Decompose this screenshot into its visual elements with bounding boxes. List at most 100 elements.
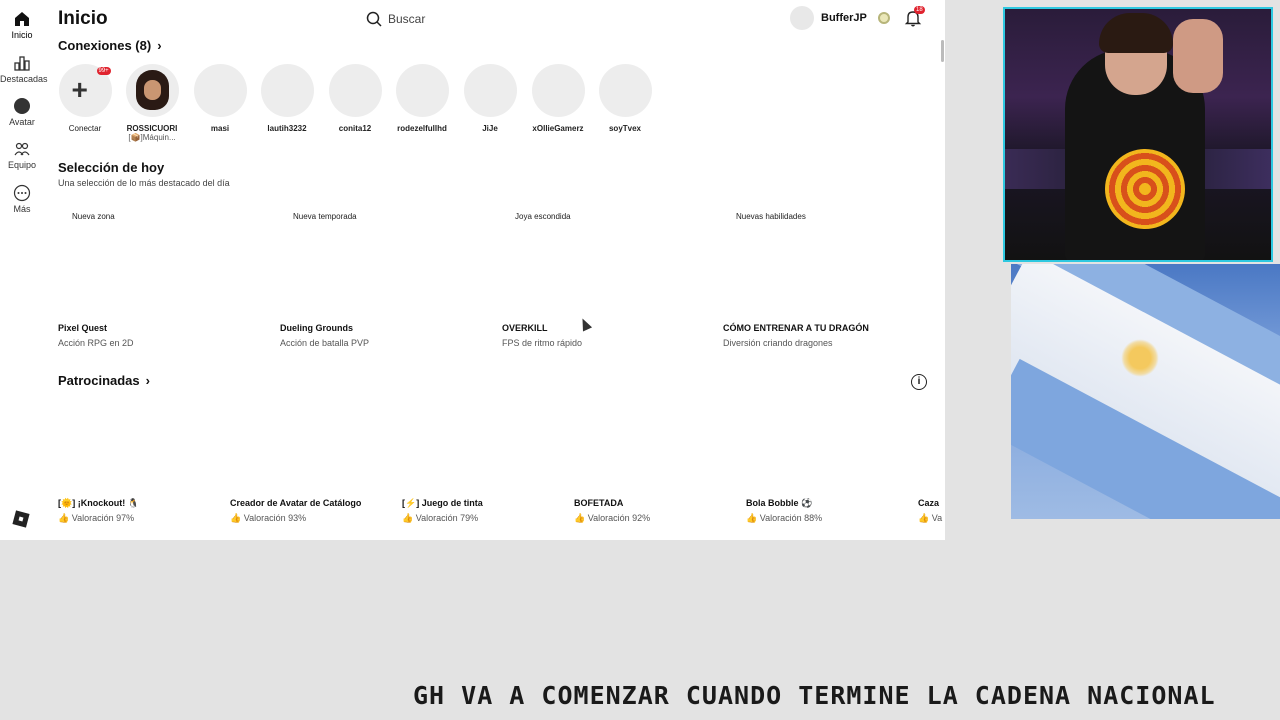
search-icon bbox=[366, 11, 382, 27]
thumbs-down-hand bbox=[1173, 19, 1223, 93]
sponsored-game-rating: 👍 Va bbox=[918, 513, 942, 524]
friend-item[interactable]: ROSSICUORI [📦]Máquin... bbox=[118, 64, 186, 142]
friend-requests-badge: 99+ bbox=[96, 67, 111, 75]
game-card-subtitle: Acción de batalla PVP bbox=[280, 338, 370, 348]
nav-label: Avatar bbox=[9, 117, 35, 127]
more-icon bbox=[13, 184, 31, 202]
friend-name: conita12 bbox=[338, 124, 372, 133]
side-navigation: Inicio Destacadas Avatar Equipo Más bbox=[0, 0, 48, 540]
connections-title[interactable]: Conexiones (8) bbox=[58, 38, 151, 53]
sponsored-game-rating: 👍 Valoración 88% bbox=[746, 513, 822, 524]
today-section-title: Selección de hoy bbox=[58, 160, 165, 175]
nav-item-destacadas[interactable]: Destacadas bbox=[0, 54, 48, 84]
friend-item[interactable]: conita12 bbox=[321, 64, 389, 133]
sponsored-game-title[interactable]: Creador de Avatar de Catálogo bbox=[230, 498, 361, 508]
shirt-spiral-graphic bbox=[1105, 149, 1185, 229]
roblox-logo-icon[interactable] bbox=[12, 510, 30, 528]
rating-text: Va bbox=[931, 513, 943, 523]
friend-avatar[interactable] bbox=[395, 64, 449, 117]
friend-name: lautih3232 bbox=[267, 124, 307, 133]
rating-text: Valoración 92% bbox=[587, 513, 651, 523]
sponsored-game-title[interactable]: [⚡] Juego de tinta bbox=[402, 498, 483, 509]
friend-name: soyTvex bbox=[608, 124, 642, 133]
game-card-title[interactable]: Pixel Quest bbox=[58, 323, 107, 333]
chevron-right-icon[interactable]: › bbox=[157, 38, 161, 53]
friend-name: ROSSICUORI bbox=[126, 124, 178, 133]
nav-item-inicio[interactable]: Inicio bbox=[0, 10, 44, 40]
connect-button[interactable]: + 99+ Conectar bbox=[51, 64, 119, 133]
nav-label: Equipo bbox=[7, 160, 37, 170]
sponsored-game-title[interactable]: Caza bbox=[918, 498, 939, 508]
nav-item-avatar[interactable]: Avatar bbox=[0, 97, 44, 127]
rating-text: Valoración 93% bbox=[243, 513, 307, 523]
friend-item[interactable]: masi bbox=[186, 64, 254, 133]
team-icon bbox=[14, 142, 30, 156]
plus-icon: + bbox=[71, 74, 88, 105]
sponsored-game-rating: 👍 Valoración 92% bbox=[574, 513, 650, 524]
friend-name: JiJe bbox=[482, 124, 498, 133]
chart-icon bbox=[14, 56, 30, 71]
nav-label: Inicio bbox=[11, 30, 33, 40]
card-tag: Joya escondida bbox=[515, 212, 571, 221]
game-card-subtitle: Acción RPG en 2D bbox=[58, 338, 134, 348]
nav-label: Más bbox=[13, 204, 31, 214]
nav-item-mas[interactable]: Más bbox=[0, 184, 44, 214]
sponsored-game-title[interactable]: [🌞] ¡Knockout! 🐧 bbox=[58, 498, 139, 509]
search-bar[interactable]: Buscar bbox=[366, 9, 425, 29]
friend-item[interactable]: lautih3232 bbox=[253, 64, 321, 133]
rating-text: Valoración 97% bbox=[71, 513, 135, 523]
friend-avatar[interactable] bbox=[463, 64, 517, 117]
rating-text: Valoración 88% bbox=[759, 513, 823, 523]
friend-item[interactable]: soyTvex bbox=[591, 64, 659, 133]
search-placeholder: Buscar bbox=[388, 12, 426, 26]
roblox-app-window: Inicio Destacadas Avatar Equipo Más Inic… bbox=[0, 0, 945, 540]
mouse-cursor-icon bbox=[577, 316, 593, 332]
robux-icon[interactable] bbox=[877, 12, 890, 24]
friend-avatar[interactable] bbox=[260, 64, 314, 117]
connections-header[interactable]: Conexiones (8) › bbox=[58, 38, 162, 53]
user-avatar[interactable] bbox=[790, 6, 814, 30]
friend-avatar[interactable] bbox=[125, 64, 179, 117]
avatar-image bbox=[135, 70, 169, 110]
game-card-subtitle: Diversión criando dragones bbox=[723, 338, 833, 348]
friend-avatar[interactable] bbox=[328, 64, 382, 117]
sponsored-game-rating: 👍 Valoración 79% bbox=[402, 513, 478, 524]
sponsored-game-title[interactable]: Bola Bobble ⚽ bbox=[746, 498, 812, 509]
thumbs-up-icon: 👍 bbox=[58, 513, 70, 523]
sponsored-title[interactable]: Patrocinadas bbox=[58, 373, 140, 388]
card-tag: Nueva zona bbox=[72, 212, 115, 221]
friend-name: Conectar bbox=[68, 124, 102, 133]
card-tag: Nueva temporada bbox=[293, 212, 357, 221]
thumbs-up-icon: 👍 bbox=[746, 513, 758, 523]
game-card-title[interactable]: Dueling Grounds bbox=[280, 323, 353, 333]
friend-avatar[interactable] bbox=[531, 64, 585, 117]
friend-status: [📦]Máquin... bbox=[128, 133, 176, 142]
friend-avatar[interactable] bbox=[193, 64, 247, 117]
game-card-title[interactable]: OVERKILL bbox=[502, 323, 548, 333]
friend-item[interactable]: JiJe bbox=[456, 64, 524, 133]
info-icon[interactable]: i bbox=[911, 374, 927, 390]
friend-item[interactable]: rodezelfullhd bbox=[388, 64, 456, 133]
friend-avatar[interactable] bbox=[598, 64, 652, 117]
connect-circle[interactable]: + 99+ bbox=[58, 64, 112, 117]
nav-item-equipo[interactable]: Equipo bbox=[0, 140, 44, 170]
sponsored-game-rating: 👍 Valoración 93% bbox=[230, 513, 306, 524]
chevron-right-icon[interactable]: › bbox=[146, 373, 150, 388]
user-menu[interactable]: BufferJP bbox=[790, 6, 890, 30]
stream-banner-text: GH VA A COMENZAR CUANDO TERMINE LA CADEN… bbox=[413, 681, 1216, 710]
friend-name: xOllieGamerz bbox=[532, 124, 584, 133]
thumbs-up-icon: 👍 bbox=[230, 513, 242, 523]
sponsored-header[interactable]: Patrocinadas › bbox=[58, 373, 150, 388]
game-card-title[interactable]: CÓMO ENTRENAR A TU DRAGÓN bbox=[723, 323, 869, 333]
sponsored-game-rating: 👍 Valoración 97% bbox=[58, 513, 134, 524]
friend-name: rodezelfullhd bbox=[397, 124, 447, 133]
scrollbar-thumb[interactable] bbox=[941, 40, 944, 62]
friend-item[interactable]: xOllieGamerz bbox=[524, 64, 592, 133]
avatar-icon bbox=[14, 98, 30, 114]
thumbs-up-icon: 👍 bbox=[918, 513, 930, 523]
sponsored-game-title[interactable]: BOFETADA bbox=[574, 498, 623, 508]
flag-sun-icon bbox=[1121, 339, 1159, 377]
thumbs-up-icon: 👍 bbox=[402, 513, 414, 523]
username[interactable]: BufferJP bbox=[821, 12, 867, 24]
rating-text: Valoración 79% bbox=[415, 513, 479, 523]
